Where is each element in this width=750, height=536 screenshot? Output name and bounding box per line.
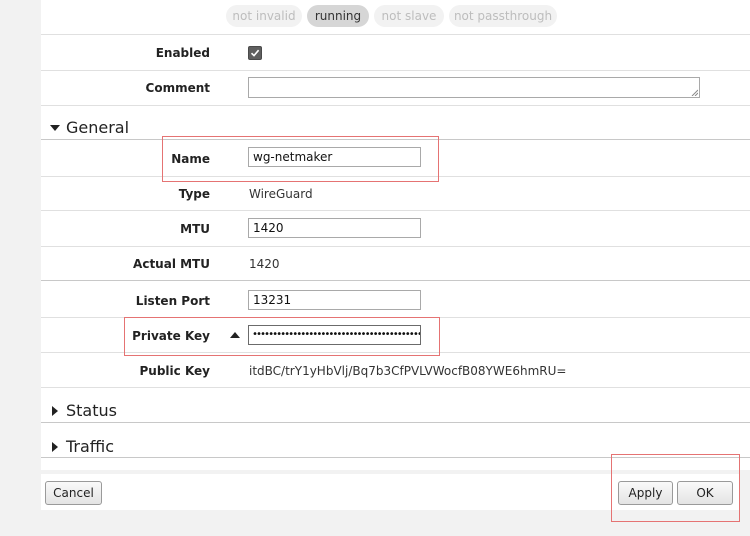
name-highlight-box bbox=[162, 136, 439, 182]
enabled-label: Enabled bbox=[155, 46, 210, 60]
expand-triangle-icon bbox=[52, 405, 58, 416]
traffic-section-title: Traffic bbox=[66, 437, 115, 456]
actual-mtu-label: Actual MTU bbox=[133, 257, 210, 271]
resize-grip-icon[interactable] bbox=[691, 89, 698, 96]
divider bbox=[41, 422, 750, 423]
listen-port-input[interactable]: 13231 bbox=[248, 290, 421, 310]
enabled-checkbox[interactable] bbox=[248, 46, 262, 60]
divider bbox=[41, 210, 750, 211]
type-label: Type bbox=[178, 187, 210, 201]
buttons-highlight-box bbox=[611, 454, 740, 522]
status-pill-running: running bbox=[307, 5, 369, 27]
cancel-button[interactable]: Cancel bbox=[45, 481, 102, 505]
status-section-header[interactable]: Status bbox=[50, 401, 117, 420]
general-section-header[interactable]: General bbox=[50, 118, 129, 137]
divider bbox=[41, 280, 750, 281]
mtu-label: MTU bbox=[180, 222, 210, 236]
check-icon bbox=[250, 49, 260, 57]
divider bbox=[41, 246, 750, 247]
status-pill-not-invalid: not invalid bbox=[226, 5, 302, 27]
status-section-title: Status bbox=[66, 401, 117, 420]
divider bbox=[41, 387, 750, 388]
listen-port-label: Listen Port bbox=[135, 294, 210, 308]
divider bbox=[41, 105, 750, 106]
comment-textarea[interactable] bbox=[248, 77, 700, 98]
private-key-highlight-box bbox=[124, 317, 440, 356]
divider bbox=[41, 34, 750, 35]
collapse-triangle-icon bbox=[50, 124, 60, 131]
traffic-section-header[interactable]: Traffic bbox=[50, 437, 114, 456]
status-pill-not-passthrough: not passthrough bbox=[449, 5, 557, 27]
public-key-value: itdBC/trY1yHbVlj/Bq7b3CfPVLVWocfB08YWE6h… bbox=[249, 364, 567, 378]
divider bbox=[41, 70, 750, 71]
actual-mtu-value: 1420 bbox=[249, 257, 280, 271]
comment-label: Comment bbox=[145, 81, 210, 95]
general-section-title: General bbox=[66, 118, 130, 137]
public-key-label: Public Key bbox=[139, 364, 211, 378]
status-pills: not invalid running not slave not passth… bbox=[0, 5, 750, 27]
status-pill-not-slave: not slave bbox=[374, 5, 444, 27]
mtu-input[interactable]: 1420 bbox=[248, 218, 421, 238]
type-value: WireGuard bbox=[249, 187, 313, 201]
expand-triangle-icon bbox=[52, 441, 58, 452]
